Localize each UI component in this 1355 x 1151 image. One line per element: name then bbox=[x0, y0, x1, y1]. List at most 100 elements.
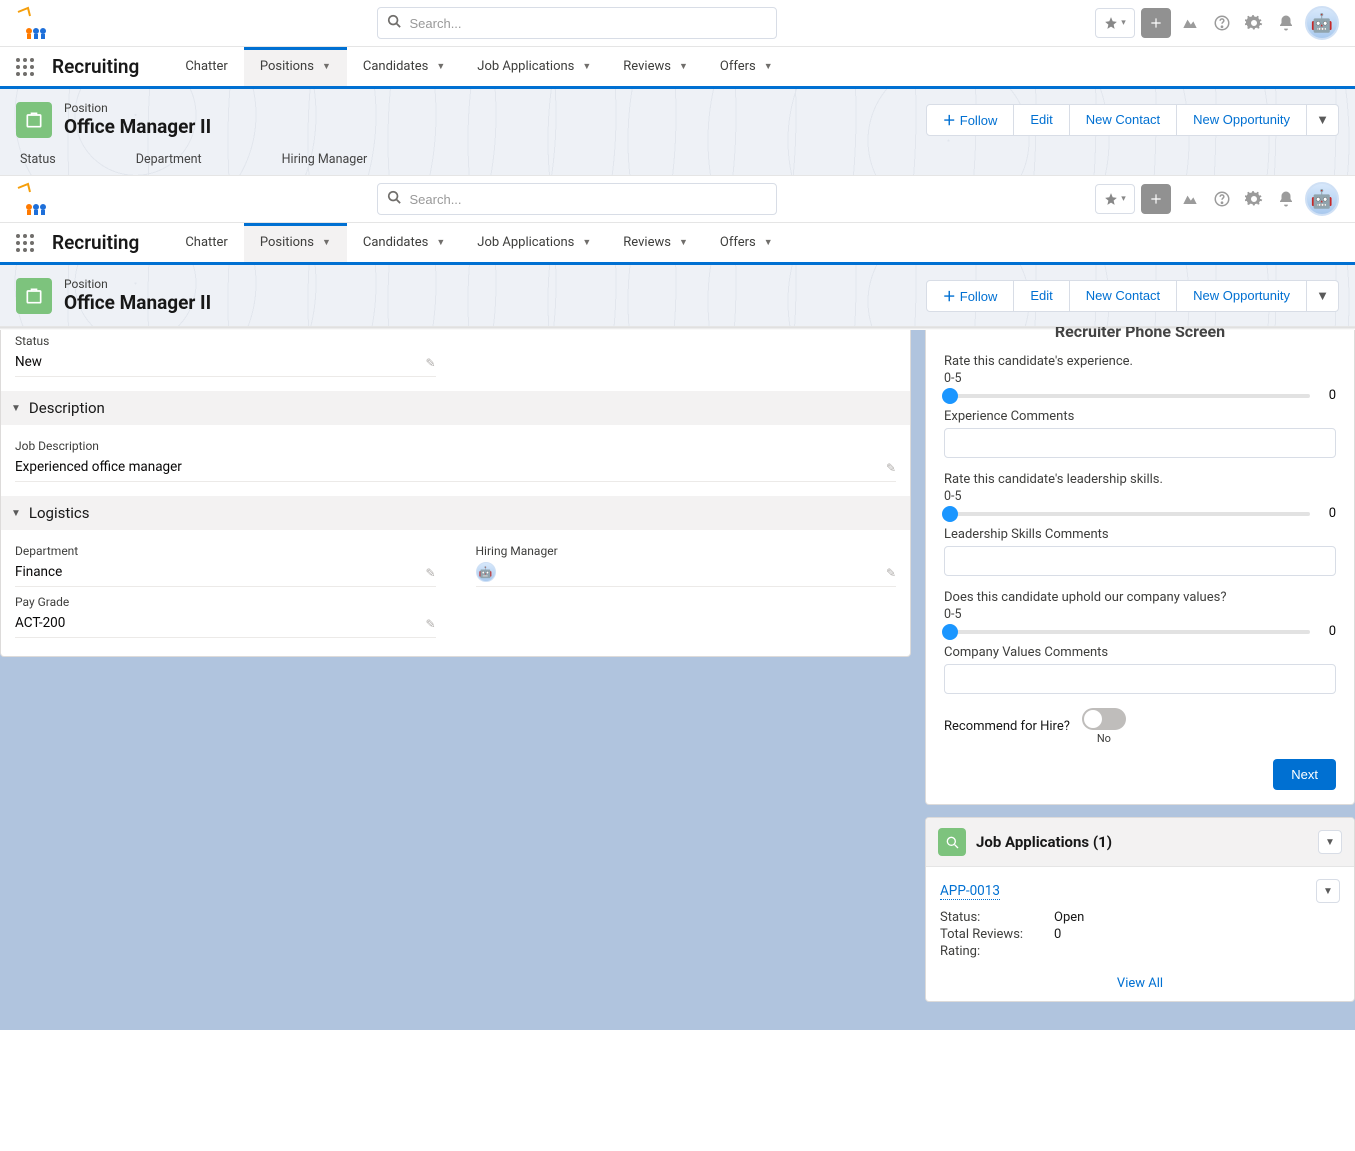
field-department[interactable]: Department Finance ✎ bbox=[15, 544, 436, 587]
leadership-comments-input[interactable] bbox=[944, 546, 1336, 576]
nav-tab-positions[interactable]: Positions ▼ bbox=[244, 223, 347, 262]
recommend-toggle[interactable] bbox=[1082, 708, 1126, 730]
slider-thumb[interactable] bbox=[942, 388, 958, 404]
field-status[interactable]: Status New ✎ bbox=[15, 334, 436, 377]
experience-comments-input[interactable] bbox=[944, 428, 1336, 458]
related-menu-button[interactable]: ▼ bbox=[1318, 830, 1342, 854]
chevron-down-icon[interactable]: ▼ bbox=[436, 237, 445, 248]
leadership-slider[interactable] bbox=[944, 512, 1310, 516]
nav-tab-job-applications[interactable]: Job Applications▼ bbox=[461, 47, 607, 86]
app-launcher-icon[interactable] bbox=[12, 54, 38, 80]
guidance-icon[interactable] bbox=[1177, 10, 1203, 36]
chevron-down-icon[interactable]: ▼ bbox=[582, 237, 591, 248]
recommend-row: Recommend for Hire? No bbox=[944, 708, 1336, 745]
nav-tab-job-applications[interactable]: Job Applications▼ bbox=[461, 223, 607, 262]
related-field-label: Rating: bbox=[940, 944, 1050, 959]
nav-tab-offers[interactable]: Offers▼ bbox=[704, 223, 789, 262]
field-value: Experienced office manager bbox=[15, 457, 896, 477]
pencil-icon[interactable]: ✎ bbox=[886, 566, 896, 580]
chevron-down-icon[interactable]: ▼ bbox=[764, 237, 773, 248]
section-logistics[interactable]: ▼ Logistics bbox=[1, 496, 910, 530]
new-contact-button[interactable]: New Contact bbox=[1070, 280, 1177, 312]
highlight-status-label: Status bbox=[20, 152, 56, 167]
nav-tab-label: Positions bbox=[260, 235, 314, 250]
setup-icon[interactable] bbox=[1241, 10, 1267, 36]
comment-label: Experience Comments bbox=[944, 409, 1336, 424]
user-avatar-icon: 🤖 bbox=[476, 562, 496, 582]
next-button[interactable]: Next bbox=[1273, 759, 1336, 790]
related-item-menu-button[interactable]: ▼ bbox=[1316, 879, 1340, 903]
notifications-icon[interactable] bbox=[1273, 10, 1299, 36]
section-description[interactable]: ▼ Description bbox=[1, 391, 910, 425]
chevron-down-icon[interactable]: ▼ bbox=[582, 61, 591, 72]
field-label: Job Description bbox=[15, 439, 896, 453]
global-actions-button[interactable] bbox=[1141, 8, 1171, 38]
search-icon bbox=[387, 190, 401, 208]
page-header-sticky: Position Office Manager II ＋Follow Edit … bbox=[0, 265, 1355, 327]
nav-tab-positions[interactable]: Positions▼ bbox=[244, 47, 347, 86]
more-actions-button[interactable]: ▼ bbox=[1307, 280, 1339, 312]
search-icon bbox=[387, 14, 401, 32]
chevron-down-icon: ▼ bbox=[11, 508, 21, 519]
main-content: Status New ✎ ▼ Description Job Descripti… bbox=[0, 330, 1355, 1030]
nav-tab-reviews[interactable]: Reviews▼ bbox=[607, 223, 704, 262]
app-launcher-icon[interactable] bbox=[12, 230, 38, 256]
nav-tab-reviews[interactable]: Reviews▼ bbox=[607, 47, 704, 86]
edit-button[interactable]: Edit bbox=[1014, 104, 1069, 136]
related-field-value: 0 bbox=[1054, 927, 1061, 942]
favorites-button[interactable]: ▾ bbox=[1095, 184, 1135, 214]
pencil-icon[interactable]: ✎ bbox=[425, 566, 435, 580]
global-search bbox=[377, 7, 777, 39]
chevron-down-icon[interactable]: ▼ bbox=[436, 61, 445, 72]
slider-thumb[interactable] bbox=[942, 624, 958, 640]
follow-button[interactable]: ＋Follow bbox=[926, 104, 1015, 136]
nav-tab-candidates[interactable]: Candidates▼ bbox=[347, 47, 461, 86]
global-actions-button[interactable] bbox=[1141, 184, 1171, 214]
favorites-button[interactable]: ▾ bbox=[1095, 8, 1135, 38]
nav-tab-chatter[interactable]: Chatter bbox=[169, 47, 244, 86]
position-entity-icon bbox=[16, 278, 52, 314]
guidance-icon[interactable] bbox=[1177, 186, 1203, 212]
field-label: Pay Grade bbox=[15, 595, 436, 609]
new-contact-button[interactable]: New Contact bbox=[1070, 104, 1177, 136]
edit-button[interactable]: Edit bbox=[1014, 280, 1069, 312]
related-field-label: Status: bbox=[940, 910, 1050, 925]
user-avatar[interactable]: 🤖 bbox=[1305, 6, 1339, 40]
more-actions-button[interactable]: ▼ bbox=[1307, 104, 1339, 136]
experience-slider[interactable] bbox=[944, 394, 1310, 398]
chevron-down-icon[interactable]: ▼ bbox=[322, 237, 331, 248]
field-pay-grade[interactable]: Pay Grade ACT-200 ✎ bbox=[15, 595, 436, 638]
nav-tab-chatter[interactable]: Chatter bbox=[169, 223, 244, 262]
pencil-icon[interactable]: ✎ bbox=[425, 617, 435, 631]
chevron-down-icon[interactable]: ▼ bbox=[679, 237, 688, 248]
chevron-down-icon[interactable]: ▼ bbox=[679, 61, 688, 72]
global-search-input[interactable] bbox=[377, 7, 777, 39]
new-opportunity-button[interactable]: New Opportunity bbox=[1177, 280, 1307, 312]
new-opportunity-button[interactable]: New Opportunity bbox=[1177, 104, 1307, 136]
pencil-icon[interactable]: ✎ bbox=[425, 356, 435, 370]
follow-button[interactable]: ＋Follow bbox=[926, 280, 1015, 312]
chevron-down-icon[interactable]: ▼ bbox=[322, 61, 331, 72]
values-comments-input[interactable] bbox=[944, 664, 1336, 694]
pencil-icon[interactable]: ✎ bbox=[886, 461, 896, 475]
related-item-link[interactable]: APP-0013 bbox=[940, 883, 1000, 900]
slider-thumb[interactable] bbox=[942, 506, 958, 522]
field-hiring-manager[interactable]: Hiring Manager 🤖 ✎ bbox=[476, 544, 897, 587]
help-icon[interactable] bbox=[1209, 10, 1235, 36]
notifications-icon[interactable] bbox=[1273, 186, 1299, 212]
user-avatar[interactable]: 🤖 bbox=[1305, 182, 1339, 216]
field-job-description[interactable]: Job Description Experienced office manag… bbox=[15, 439, 896, 482]
related-title[interactable]: Job Applications (1) bbox=[976, 833, 1112, 851]
view-all-link[interactable]: View All bbox=[1117, 976, 1163, 991]
nav-tab-offers[interactable]: Offers▼ bbox=[704, 47, 789, 86]
setup-icon[interactable] bbox=[1241, 186, 1267, 212]
help-icon[interactable] bbox=[1209, 186, 1235, 212]
highlight-hiring-manager-label: Hiring Manager bbox=[282, 152, 368, 167]
nav-tab-candidates[interactable]: Candidates▼ bbox=[347, 223, 461, 262]
position-entity-icon bbox=[16, 102, 52, 138]
values-slider[interactable] bbox=[944, 630, 1310, 634]
global-search-input[interactable] bbox=[377, 183, 777, 215]
org-logo bbox=[10, 3, 58, 43]
highlight-department-label: Department bbox=[136, 152, 202, 167]
chevron-down-icon[interactable]: ▼ bbox=[764, 61, 773, 72]
